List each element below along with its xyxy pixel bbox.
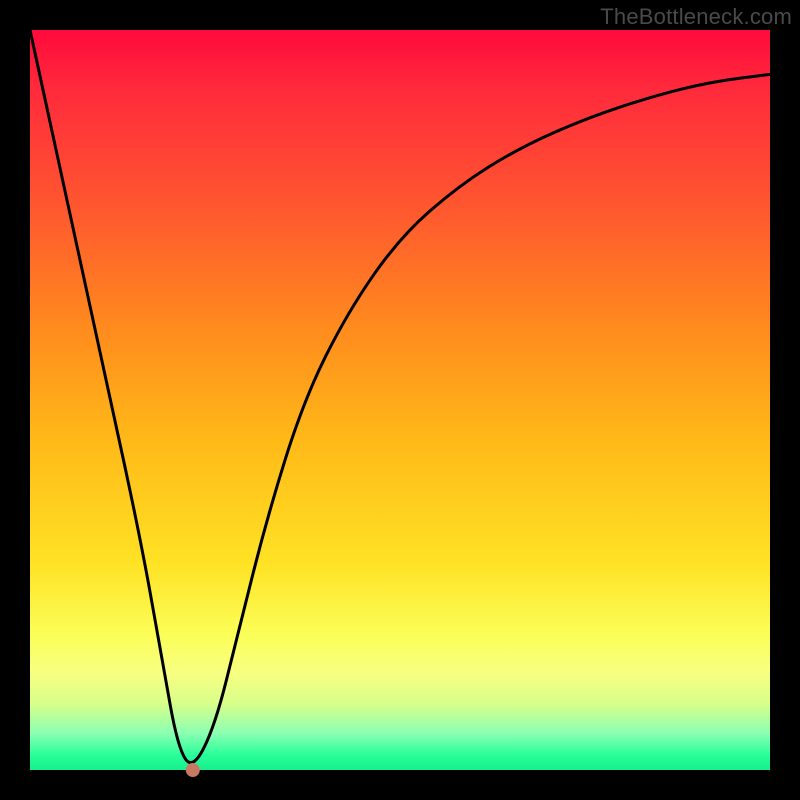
plot-area	[30, 30, 770, 770]
optimum-marker	[186, 763, 200, 777]
watermark-text: TheBottleneck.com	[600, 4, 792, 30]
chart-frame: TheBottleneck.com	[0, 0, 800, 800]
bottleneck-curve	[30, 30, 770, 763]
plot-svg	[30, 30, 770, 770]
